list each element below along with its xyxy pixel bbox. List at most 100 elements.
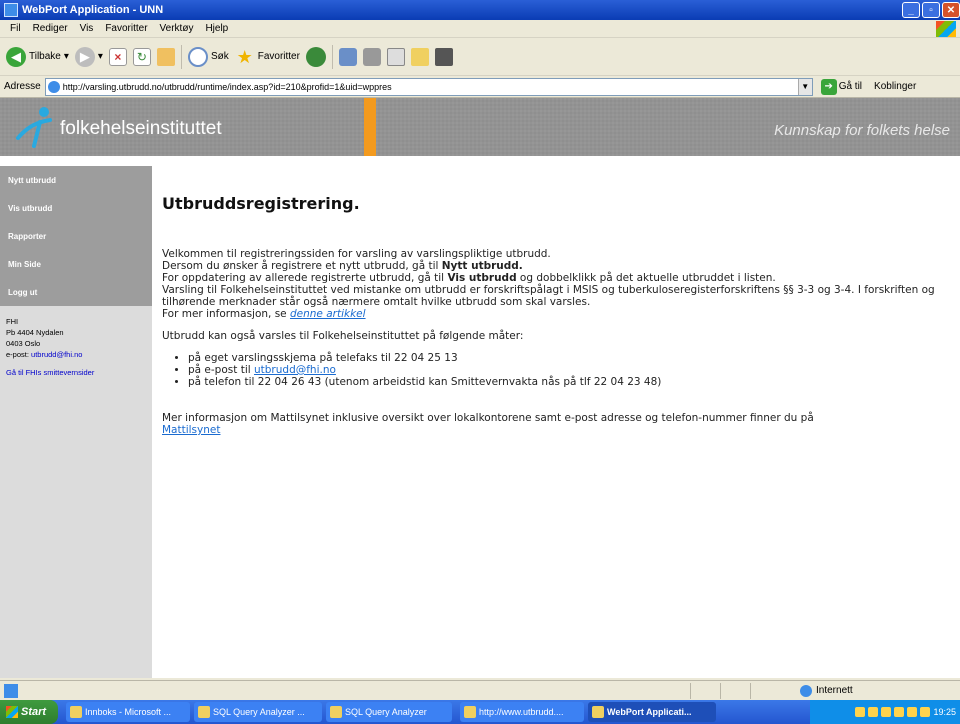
ie-icon xyxy=(464,706,476,718)
list-item-fax: på eget varslingsskjema på telefaks til … xyxy=(188,352,952,364)
taskbar-item-browser[interactable]: http://www.utbrudd.... xyxy=(460,702,584,722)
alt-channels-list: på eget varslingsskjema på telefaks til … xyxy=(188,352,952,388)
task-label: Innboks - Microsoft ... xyxy=(85,707,172,717)
dropdown-icon: ▾ xyxy=(63,51,69,62)
tray-icon[interactable] xyxy=(881,707,892,717)
favorites-button[interactable]: ★ Favoritter xyxy=(235,47,300,67)
media-icon[interactable] xyxy=(305,46,326,67)
taskbar: Start Innboks - Microsoft ... SQL Query … xyxy=(0,700,960,724)
clock: 19:25 xyxy=(933,707,956,717)
nav-my-page[interactable]: Min Side xyxy=(0,250,152,278)
search-button[interactable]: Søk xyxy=(187,46,229,67)
globe-icon xyxy=(800,684,812,697)
go-arrow-icon: ➔ xyxy=(820,78,837,95)
intro-line2-bold: Nytt utbrudd. xyxy=(441,260,523,272)
status-pane xyxy=(690,682,718,699)
menu-file[interactable]: Fil xyxy=(4,23,27,34)
sql-icon xyxy=(198,706,210,718)
messenger-icon[interactable] xyxy=(434,47,453,66)
menu-favorites[interactable]: Favoritter xyxy=(99,23,153,34)
page-status-icon xyxy=(4,683,18,698)
stop-icon[interactable]: × xyxy=(108,47,127,66)
browser-window: WebPort Application - UNN _ ▫ ✕ Fil Redi… xyxy=(0,0,960,724)
mattilsynet-text: Mer informasjon om Mattilsynet inklusive… xyxy=(162,412,814,424)
page-title: Utbruddsregistrering. xyxy=(162,194,360,213)
intro-line4: Varsling til Folkehelseinstituttet ved m… xyxy=(162,284,935,308)
refresh-icon[interactable]: ↻ xyxy=(132,47,151,66)
start-label: Start xyxy=(21,706,47,718)
taskbar-item-inbox[interactable]: Innboks - Microsoft ... xyxy=(66,702,190,722)
status-bar: Internett xyxy=(0,680,960,700)
favorites-label: Favoritter xyxy=(257,51,300,62)
taskbar-item-webport[interactable]: WebPort Applicati... xyxy=(588,702,716,722)
nav-new-outbreak[interactable]: Nytt utbrudd xyxy=(0,166,152,194)
home-icon[interactable] xyxy=(156,47,175,66)
address-label: Adresse xyxy=(4,81,41,92)
menu-tools[interactable]: Verktøy xyxy=(154,23,200,34)
forward-arrow-icon: ▶ xyxy=(74,46,95,67)
forward-button[interactable]: ▶ ▾ xyxy=(74,46,103,67)
contact-email-row: e-post: utbrudd@fhi.no xyxy=(6,349,152,360)
contact-address2: 0403 Oslo xyxy=(6,339,41,348)
go-label: Gå til xyxy=(838,81,863,92)
banner-tagline: Kunnskap for folkets helse xyxy=(774,122,950,139)
maximize-button[interactable]: ▫ xyxy=(922,2,940,18)
tray-icon[interactable] xyxy=(868,707,879,717)
nav-reports[interactable]: Rapporter xyxy=(0,222,152,250)
contact-email-link[interactable]: utbrudd@fhi.no xyxy=(31,350,82,359)
mattilsynet-paragraph: Mer informasjon om Mattilsynet inklusive… xyxy=(162,412,952,436)
ie-icon xyxy=(592,706,604,718)
minimize-button[interactable]: _ xyxy=(902,2,920,18)
menu-help[interactable]: Hjelp xyxy=(199,23,234,34)
back-label: Tilbake xyxy=(29,51,61,62)
list-item-email: på e-post til utbrudd@fhi.no xyxy=(188,364,952,376)
window-title: WebPort Application - UNN xyxy=(22,4,164,16)
contact-email-prefix: e-post: xyxy=(6,350,29,359)
list-item-phone: på telefon til 22 04 26 43 (utenom arbei… xyxy=(188,376,952,388)
nav-view-outbreaks[interactable]: Vis utbrudd xyxy=(0,194,152,222)
intro-line3-text: For oppdatering av allerede registrerte … xyxy=(162,272,448,284)
intro-line1: Velkommen til registreringssiden for var… xyxy=(162,248,551,260)
menu-edit[interactable]: Rediger xyxy=(27,23,74,34)
intro-line3-post: og dobbelklikk på det aktuelle utbruddet… xyxy=(516,272,776,284)
security-zone: Internett xyxy=(800,684,853,697)
folder-icon[interactable] xyxy=(410,47,429,66)
tray-icon[interactable] xyxy=(907,707,918,717)
start-button[interactable]: Start xyxy=(0,700,58,724)
dropdown-icon: ▾ xyxy=(97,51,103,62)
address-dropdown-icon[interactable]: ▼ xyxy=(797,78,812,95)
go-button[interactable]: ➔ Gå til xyxy=(820,78,863,95)
task-label: SQL Query Analyzer ... xyxy=(213,707,305,717)
menu-bar: Fil Rediger Vis Favoritter Verktøy Hjelp xyxy=(0,20,960,38)
outlook-icon xyxy=(70,706,82,718)
tray-icon[interactable] xyxy=(894,707,905,717)
tray-icon[interactable] xyxy=(920,707,931,717)
windows-flag-icon xyxy=(6,706,18,718)
address-input[interactable]: http://varsling.utbrudd.no/utbrudd/runti… xyxy=(44,77,813,96)
email-link[interactable]: utbrudd@fhi.no xyxy=(254,364,336,376)
taskbar-item-sql2[interactable]: SQL Query Analyzer xyxy=(326,702,452,722)
sidebar: Nytt utbrudd Vis utbrudd Rapporter Min S… xyxy=(0,166,152,678)
sql-icon xyxy=(330,706,342,718)
tray-icon[interactable] xyxy=(855,707,866,717)
system-tray: 19:25 xyxy=(810,700,960,724)
mattilsynet-link[interactable]: Mattilsynet xyxy=(162,424,220,436)
back-arrow-icon: ◀ xyxy=(6,46,26,67)
close-button[interactable]: ✕ xyxy=(942,2,960,18)
fhi-logo-icon xyxy=(16,107,52,148)
nav-logout[interactable]: Logg ut xyxy=(0,278,152,306)
print-icon[interactable] xyxy=(362,47,381,66)
links-button[interactable]: Koblinger xyxy=(874,81,916,92)
zone-label: Internett xyxy=(816,685,853,696)
fhi-infection-link[interactable]: Gå til FHIs smittevernsider xyxy=(0,368,152,377)
title-bar: WebPort Application - UNN _ ▫ ✕ xyxy=(0,0,960,20)
mail-icon[interactable] xyxy=(338,47,357,66)
taskbar-item-sql1[interactable]: SQL Query Analyzer ... xyxy=(194,702,322,722)
task-label: http://www.utbrudd.... xyxy=(479,707,564,717)
intro-line5-text: For mer informasjon, se xyxy=(162,308,290,320)
menu-view[interactable]: Vis xyxy=(74,23,100,34)
back-button[interactable]: ◀ Tilbake ▾ xyxy=(6,46,69,67)
edit-icon[interactable] xyxy=(386,47,405,66)
address-url: http://varsling.utbrudd.no/utbrudd/runti… xyxy=(62,81,392,92)
article-link[interactable]: denne artikkel xyxy=(290,308,366,320)
